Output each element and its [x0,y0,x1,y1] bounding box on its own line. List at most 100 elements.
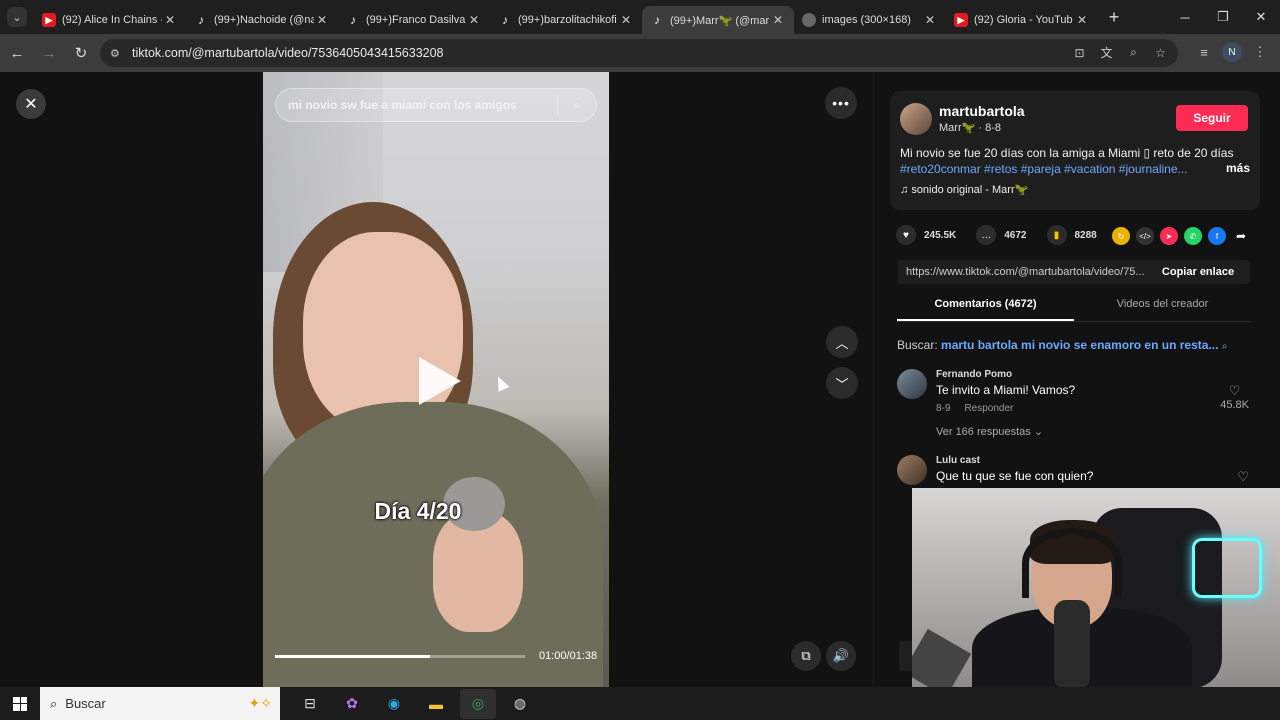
description-card: martubartola Marr🦖 · 8-8 Seguir Mi novio… [890,91,1260,210]
file-explorer-icon[interactable]: ▬ [418,689,454,719]
more-dots-icon: ••• [832,95,850,111]
repost-icon[interactable]: ↻ [1112,227,1130,245]
maximize-icon[interactable]: ❐ [1204,0,1242,34]
reload-icon[interactable]: ↻ [66,38,96,68]
video-progress-bar[interactable] [275,655,525,658]
floating-player-button[interactable]: ⧉ [791,641,821,671]
translate-icon[interactable]: 文 [1097,43,1116,62]
author-meta: Marr🦖 · 8-8 [939,122,1001,134]
browser-tab[interactable]: ▶ (92) Alice In Chains - ✕ [34,6,186,34]
video-player[interactable]: mi novio sw fue a miami con los amigos ⌕… [263,72,609,687]
browser-tab[interactable]: ♪ (99+)Franco Dasilva ✕ [338,6,490,34]
browser-tab[interactable]: ♪ (99+)Nachoide (@na ✕ [186,6,338,34]
site-info-icon[interactable]: ⚙ [110,47,128,60]
taskbar-search[interactable]: ⌕ Buscar ✦✧ [40,687,280,720]
minimize-icon[interactable]: ─ [1166,0,1204,34]
install-app-icon[interactable]: ⊡ [1070,43,1089,62]
like-stat[interactable]: ♥ 245.5K [896,225,956,245]
view-replies-link[interactable]: Ver 166 respuestas ⌄ [936,425,1043,438]
zoom-icon[interactable]: ⌕ [1124,43,1143,62]
tab-label: (92) Gloria - YouTub [974,14,1073,26]
video-search-query: mi novio sw fue a miami con los amigos [288,98,517,112]
close-icon[interactable]: ✕ [618,13,634,27]
edge-icon[interactable]: ◉ [376,689,412,719]
close-icon[interactable]: ✕ [922,13,938,27]
close-icon[interactable]: ✕ [770,13,786,27]
author-avatar[interactable] [900,103,932,135]
kebab-menu-icon[interactable]: ⋮ [1248,39,1272,65]
task-view-icon[interactable]: ⊟ [292,689,328,719]
commenter-name[interactable]: Fernando Pomo [936,369,1012,380]
browser-tab[interactable]: ♪ (99+)barzolitachikofi ✕ [490,6,642,34]
copy-link-button[interactable]: Copiar enlace [1146,266,1250,278]
bookmark-star-icon[interactable]: ☆ [1151,43,1170,62]
video-caption: Día 4/20 [374,498,462,524]
obs-recording-icon[interactable]: ◍ [502,689,538,719]
close-window-icon[interactable]: ✕ [1242,0,1280,34]
browser-tab[interactable]: ▶ (92) Gloria - YouTub ✕ [946,6,1098,34]
tab-search-button[interactable]: ⌄ [0,0,34,34]
tiktok-icon: ♪ [654,13,660,27]
progress-fill [275,655,430,658]
send-icon[interactable]: ➤ [1160,227,1178,245]
tab-label: (99+)Franco Dasilva [366,14,466,26]
media-controls-icon[interactable]: ≡ [1192,39,1216,65]
volume-icon: 🔊 [832,648,850,663]
comment-like[interactable]: ♡ [1237,469,1249,485]
commenter-name[interactable]: Lulu cast [936,455,980,466]
new-tab-button[interactable]: + [1100,3,1128,31]
facebook-icon[interactable]: f [1208,227,1226,245]
commenter-avatar[interactable] [897,369,927,399]
close-icon[interactable]: ✕ [1074,13,1090,27]
search-suggestion[interactable]: martu bartola mi novio se enamoro en un … [941,338,1218,352]
floating-player-icon: ⧉ [801,648,811,663]
browser-tab[interactable]: images (300×168) ✕ [794,6,946,34]
start-button[interactable] [0,687,40,720]
close-icon[interactable]: ✕ [466,13,482,27]
close-icon[interactable]: ✕ [162,13,178,27]
streamer-webcam-overlay [912,488,1280,687]
embed-icon[interactable]: </> [1136,227,1154,245]
omnibox-actions: ⊡ 文 ⌕ ☆ [1070,43,1170,62]
neon-sign-image [1192,538,1262,598]
comment-like[interactable]: ♡ 45.8K [1220,383,1249,411]
browser-tab-active[interactable]: ♪ (99+)Marr🦖 (@mar ✕ [642,6,794,34]
chrome-icon[interactable]: ◎ [460,688,496,719]
back-arrow-icon[interactable]: ← [2,38,32,68]
comment-date: 8-9 [936,403,951,414]
comment-stat[interactable]: … 4672 [976,225,1027,245]
whatsapp-icon[interactable]: ✆ [1184,227,1202,245]
sound-link[interactable]: ♫ sonido original - Marr🦖 [900,183,1028,196]
commenter-avatar[interactable] [897,455,927,485]
windows-logo-icon [13,696,27,711]
author-username[interactable]: martubartola [939,103,1025,119]
tab-comments[interactable]: Comentarios (4672) [897,298,1074,321]
profile-avatar[interactable]: N [1222,42,1242,62]
address-bar[interactable]: ⚙ tiktok.com/@martubartola/video/7536405… [100,39,1178,67]
more-description-link[interactable]: más [1226,161,1250,175]
follow-button[interactable]: Seguir [1176,105,1248,131]
video-timecode: 01:00/01:38 [539,650,598,662]
close-icon[interactable]: ✕ [314,13,330,27]
video-hashtags[interactable]: #reto20conmar #retos #pareja #vacation #… [900,161,1250,177]
mic-arm [912,628,972,687]
video-search-bar[interactable]: mi novio sw fue a miami con los amigos ⌕ [275,88,597,122]
taskbar-search-label: Buscar [65,696,106,711]
play-icon[interactable] [419,357,461,405]
share-arrow-icon[interactable]: ➦ [1232,227,1250,245]
copilot-icon[interactable]: ✿ [334,689,370,719]
previous-video-button[interactable]: ︿ [826,326,858,358]
forward-arrow-icon[interactable]: → [34,38,64,68]
search-icon: ⌕ [50,695,58,711]
close-viewer-button[interactable]: ✕ [16,89,46,119]
share-icons: ↻ </> ➤ ✆ f ➦ [1112,227,1250,245]
next-video-button[interactable]: ﹀ [826,367,858,399]
reply-button[interactable]: Responder [964,403,1013,414]
save-stat[interactable]: ▮ 8288 [1046,225,1097,245]
volume-button[interactable]: 🔊 [826,641,856,671]
tab-creator-videos[interactable]: Videos del creador [1074,298,1251,321]
heart-outline-icon: ♡ [1228,383,1241,398]
related-search[interactable]: Buscar: martu bartola mi novio se enamor… [897,338,1227,352]
more-options-button[interactable]: ••• [825,87,857,119]
search-icon[interactable]: ⌕ [558,97,596,113]
